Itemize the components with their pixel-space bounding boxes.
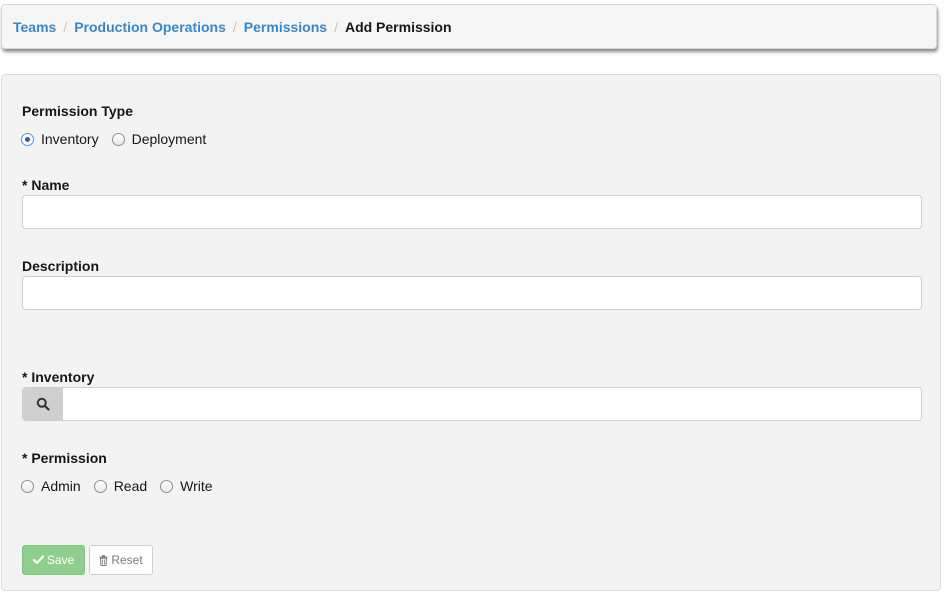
permission-type-label: Permission Type	[22, 103, 134, 119]
breadcrumb-separator: /	[63, 18, 68, 35]
permission-type-inventory-option[interactable]: Inventory	[21, 131, 99, 147]
inventory-label: * Inventory	[22, 369, 95, 385]
search-icon	[36, 397, 50, 411]
write-radio-label: Write	[180, 478, 213, 494]
permission-radio-group: Admin Read Write	[21, 478, 226, 494]
add-permission-form: Permission Type Inventory Deployment * N…	[1, 74, 941, 591]
breadcrumb-separator: /	[232, 18, 237, 35]
permission-admin-option[interactable]: Admin	[21, 478, 81, 494]
permission-type-deployment-option[interactable]: Deployment	[111, 131, 207, 147]
reset-button-label: Reset	[111, 553, 143, 567]
inventory-lookup	[22, 387, 922, 421]
inventory-input[interactable]	[63, 388, 921, 420]
check-icon	[32, 555, 44, 565]
permission-label: * Permission	[22, 450, 107, 466]
write-radio[interactable]	[160, 479, 174, 493]
deployment-radio-label: Deployment	[131, 131, 207, 147]
permission-write-option[interactable]: Write	[160, 478, 213, 494]
permission-read-option[interactable]: Read	[93, 478, 148, 494]
inventory-radio-label: Inventory	[41, 131, 99, 147]
deployment-radio[interactable]	[111, 132, 125, 146]
description-label: Description	[22, 258, 100, 274]
permission-type-radio-group: Inventory Deployment	[21, 131, 219, 147]
breadcrumb-permissions-link[interactable]: Permissions	[244, 19, 327, 35]
read-radio[interactable]	[93, 479, 107, 493]
description-input[interactable]	[22, 276, 922, 310]
read-radio-label: Read	[113, 478, 148, 494]
breadcrumb-team-link[interactable]: Production Operations	[74, 19, 226, 35]
breadcrumb-current: Add Permission	[344, 18, 452, 35]
admin-radio-label: Admin	[41, 478, 81, 494]
save-button-label: Save	[46, 553, 75, 567]
breadcrumb-teams-link[interactable]: Teams	[13, 19, 56, 35]
trash-icon	[99, 554, 108, 566]
name-label: * Name	[22, 177, 70, 193]
admin-radio[interactable]	[21, 479, 34, 493]
save-button[interactable]: Save	[22, 545, 85, 575]
inventory-lookup-button[interactable]	[23, 388, 63, 420]
name-input[interactable]	[22, 195, 922, 229]
breadcrumb: Teams / Production Operations / Permissi…	[1, 4, 937, 49]
inventory-radio[interactable]	[21, 132, 34, 146]
breadcrumb-separator: /	[334, 18, 338, 35]
reset-button[interactable]: Reset	[89, 545, 153, 575]
